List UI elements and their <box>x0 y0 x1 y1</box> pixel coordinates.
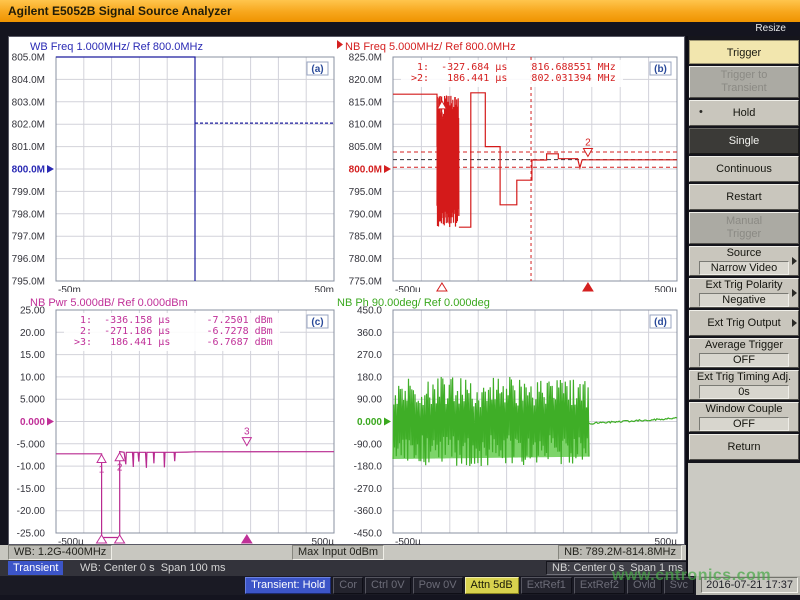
softkey-label: Transient <box>721 82 766 95</box>
sidebar-button-ext-trig-polarity[interactable]: Ext Trig PolarityNegative <box>689 278 799 308</box>
submenu-arrow-icon <box>792 289 797 297</box>
status-chips: Transient: HoldCorCtrl 0VPow 0VAttn 5dBE… <box>245 577 694 594</box>
sidebar-button-window-couple[interactable]: Window CoupleOFF <box>689 402 799 432</box>
sidebar-button-trigger-to-transient: Trigger toTransient <box>689 66 799 98</box>
status-chip-pow: Pow 0V <box>413 577 463 594</box>
ext-trig-timing-adj-value: 0s <box>699 385 789 399</box>
softkey-label: Ext Trig Output <box>707 317 780 330</box>
range-status-bar: WB: 1.2G-400MHz Max Input 0dBm NB: 789.2… <box>0 545 686 560</box>
sidebar-button-source[interactable]: SourceNarrow Video <box>689 246 799 276</box>
plot-panel <box>8 36 685 545</box>
status-chip-extref2: ExtRef2 <box>574 577 625 594</box>
submenu-arrow-icon <box>792 319 797 327</box>
submenu-arrow-icon <box>792 257 797 265</box>
subbar: Resize <box>0 22 800 36</box>
resize-button[interactable]: Resize <box>755 23 786 34</box>
sweep-status-bar: Transient WB: Center 0 s Span 100 ms NB:… <box>0 560 686 576</box>
softkey-label: Source <box>727 247 762 260</box>
source-value: Narrow Video <box>699 261 789 275</box>
sidebar-button-single[interactable]: Single <box>689 128 799 154</box>
sidebar-button-average-trigger[interactable]: Average TriggerOFF <box>689 338 799 368</box>
ext-trig-polarity-value: Negative <box>699 293 789 307</box>
softkey-label: Trigger <box>727 228 761 241</box>
status-chip-ctrl: Ctrl 0V <box>365 577 411 594</box>
status-chip-cor: Cor <box>333 577 363 594</box>
softkey-label: Continuous <box>716 163 772 176</box>
status-chip-ovld: Ovld <box>627 577 662 594</box>
status-chip-transient-hold: Transient: Hold <box>245 577 331 594</box>
menu-header-trigger: Trigger <box>689 40 799 64</box>
sidebar-button-manual-trigger: ManualTrigger <box>689 212 799 244</box>
sidebar-button-hold[interactable]: Hold • <box>689 100 799 126</box>
softkey-label: Window Couple <box>705 403 782 416</box>
softkey-label: Average Trigger <box>705 339 783 352</box>
wb-sweep-label: WB: Center 0 s Span 100 ms <box>80 560 226 576</box>
average-trigger-value: OFF <box>699 353 789 367</box>
date-area: 2016-07-21 17:37 <box>696 576 800 595</box>
softkey-label: Restart <box>726 191 761 204</box>
softkey-label: Manual <box>726 215 762 228</box>
softkey-label: Ext Trig Timing Adj. <box>697 371 791 384</box>
instrument-screen: Agilent E5052B Signal Source Analyzer Re… <box>0 0 800 600</box>
wb-range-box: WB: 1.2G-400MHz <box>8 545 112 560</box>
softkey-label: Hold <box>733 107 756 120</box>
bullet-icon: • <box>699 106 703 119</box>
softkey-label: Return <box>727 441 760 454</box>
sidebar-button-ext-trig-output[interactable]: Ext Trig Output <box>689 310 799 336</box>
sidebar-button-ext-trig-timing-adj[interactable]: Ext Trig Timing Adj.0s <box>689 370 799 400</box>
sidebar-button-restart[interactable]: Restart <box>689 184 799 210</box>
transient-mode-chip: Transient <box>8 561 63 575</box>
instrument-status-bar: 2016-07-21 17:37 Transient: HoldCorCtrl … <box>0 576 800 595</box>
softkey-label: Ext Trig Polarity <box>705 279 782 292</box>
nb-range-box: NB: 789.2M-814.8MHz <box>558 545 682 560</box>
softkey-label: Single <box>729 135 760 148</box>
titlebar: Agilent E5052B Signal Source Analyzer <box>0 0 800 22</box>
max-input-box: Max Input 0dBm <box>292 545 384 560</box>
softkey-label: Trigger to <box>721 69 768 82</box>
softkey-menu: Trigger Trigger toTransient Hold • Single Co… <box>688 36 800 463</box>
nb-sweep-box: NB: Center 0 s Span 1 ms <box>546 561 689 575</box>
status-chip-extref1: ExtRef1 <box>521 577 572 594</box>
sidebar-button-return[interactable]: Return <box>689 434 799 460</box>
window-couple-value: OFF <box>699 417 789 431</box>
status-chip-attn: Attn 5dB <box>465 577 519 594</box>
datetime-box: 2016-07-21 17:37 <box>701 577 798 593</box>
window-title: Agilent E5052B Signal Source Analyzer <box>8 4 232 18</box>
status-chip-svc: Svc <box>664 577 694 594</box>
softkey-sidebar: Trigger Trigger toTransient Hold • Single Co… <box>686 36 800 576</box>
sidebar-button-continuous[interactable]: Continuous <box>689 156 799 182</box>
